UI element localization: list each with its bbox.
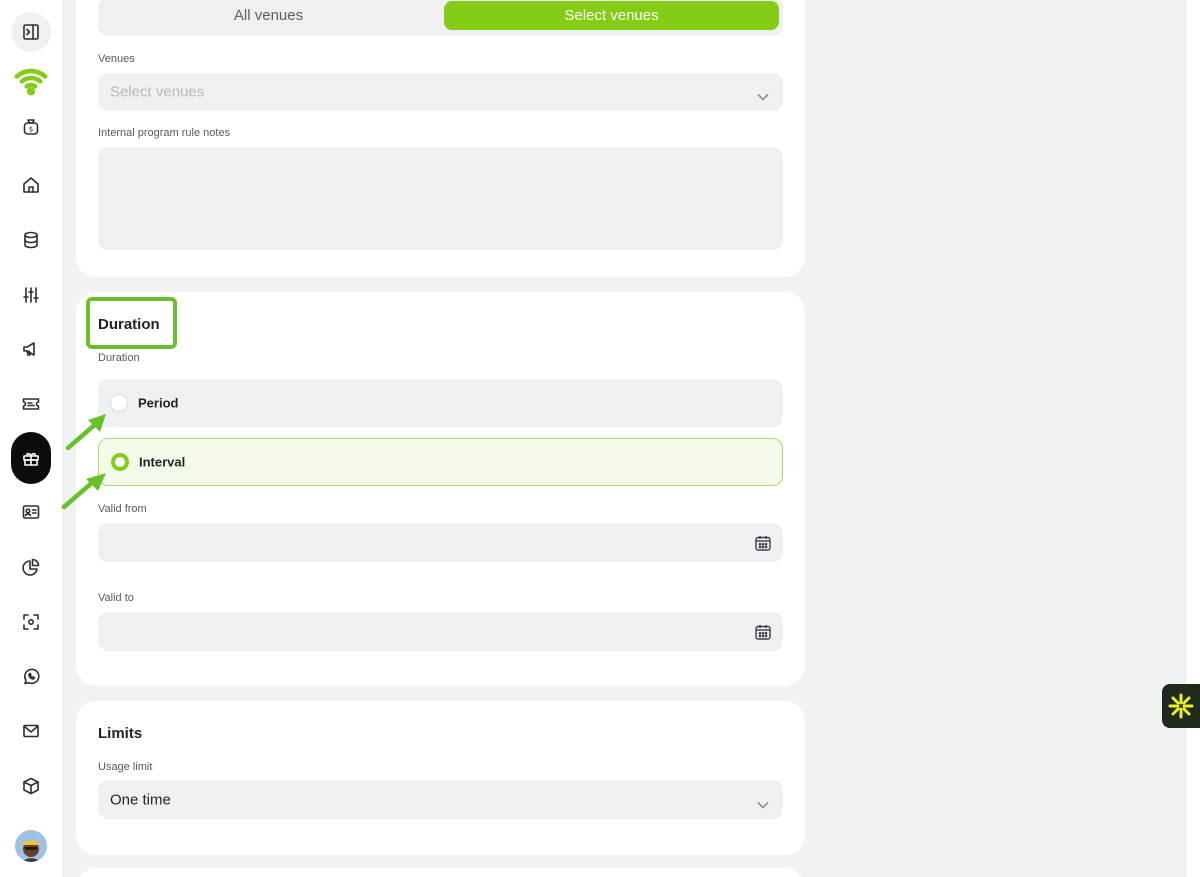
brand-logo[interactable] <box>11 60 51 100</box>
ticket-icon <box>22 398 40 410</box>
notes-label: Internal program rule notes <box>98 127 231 139</box>
gift-icon <box>23 452 39 466</box>
limits-section-title: Limits <box>98 725 143 742</box>
sidebar: $ <box>0 0 62 877</box>
venue-scope-segmented-control: All venues Select venues <box>98 0 783 36</box>
sidebar-item-members[interactable] <box>11 492 51 532</box>
sidebar-item-rewards[interactable] <box>11 432 51 484</box>
calendar-icon[interactable] <box>754 534 772 552</box>
valid-to-label: Valid to <box>98 592 134 604</box>
id-card-icon <box>22 505 40 519</box>
venues-select[interactable]: Select venues <box>98 73 783 111</box>
usage-limit-value: One time <box>110 791 171 808</box>
valid-to-date-input[interactable] <box>98 612 783 651</box>
scan-icon <box>23 614 39 630</box>
avatar[interactable] <box>15 830 47 862</box>
sliders-icon <box>23 287 39 303</box>
sidebar-item-settings[interactable] <box>11 275 51 315</box>
annotation-arrow-period <box>65 414 106 451</box>
annotation-arrow-interval <box>61 473 106 510</box>
next-card <box>76 868 805 877</box>
chevron-down-icon <box>757 796 769 809</box>
duration-card: Duration Duration Period Interval Valid … <box>76 292 805 686</box>
notes-textarea[interactable] <box>98 147 783 250</box>
duration-option-interval[interactable]: Interval <box>98 438 783 486</box>
sidebar-item-database[interactable] <box>11 220 51 260</box>
interval-label: Interval <box>139 454 186 470</box>
sidebar-item-tickets[interactable] <box>11 384 51 424</box>
box-icon <box>23 777 39 795</box>
sidebar-item-campaigns[interactable] <box>11 329 51 369</box>
pie-chart-icon <box>22 558 40 576</box>
whatsapp-icon <box>24 668 40 685</box>
sidebar-item-scanner[interactable] <box>11 602 51 642</box>
venues-card: All venues Select venues Venues Select v… <box>76 0 805 277</box>
sidebar-item-whatsapp[interactable] <box>11 657 51 697</box>
usage-limit-label: Usage limit <box>98 761 153 773</box>
sidebar-item-email[interactable] <box>11 711 51 751</box>
avatar-image-icon <box>22 840 40 862</box>
select-venues-option[interactable]: Select venues <box>444 1 779 30</box>
duration-highlight-annotation <box>86 297 177 349</box>
svg-text:$: $ <box>29 126 33 134</box>
database-icon <box>24 231 38 249</box>
sidebar-item-home[interactable] <box>11 165 51 205</box>
home-icon <box>23 177 39 193</box>
chevron-down-icon <box>757 88 769 101</box>
period-label: Period <box>138 395 179 411</box>
money-bag-icon: $ <box>23 119 39 135</box>
venues-select-placeholder: Select venues <box>110 83 205 101</box>
megaphone-icon <box>23 342 35 356</box>
panel-toggle-icon <box>23 24 39 40</box>
duration-option-period[interactable]: Period <box>98 379 783 427</box>
mail-icon <box>23 724 39 738</box>
duration-field-label: Duration <box>98 352 140 364</box>
limits-card: Limits Usage limit One time <box>76 701 805 855</box>
valid-from-date-input[interactable] <box>98 523 783 562</box>
interval-radio[interactable] <box>111 453 129 471</box>
sidebar-toggle-button[interactable] <box>11 12 51 52</box>
wifi-logo-icon <box>14 68 48 96</box>
sidebar-item-products[interactable] <box>11 766 51 806</box>
venues-label: Venues <box>98 53 135 65</box>
page-scroll-edge <box>1185 0 1200 877</box>
calendar-icon[interactable] <box>754 623 772 641</box>
sidebar-item-analytics[interactable] <box>11 547 51 587</box>
usage-limit-select[interactable]: One time <box>98 780 783 819</box>
assistant-launcher-button[interactable] <box>1162 684 1200 728</box>
sidebar-item-billing[interactable]: $ <box>11 107 51 147</box>
asterisk-burst-icon <box>1168 693 1194 719</box>
all-venues-option[interactable]: All venues <box>101 1 436 30</box>
period-radio[interactable] <box>110 394 128 412</box>
